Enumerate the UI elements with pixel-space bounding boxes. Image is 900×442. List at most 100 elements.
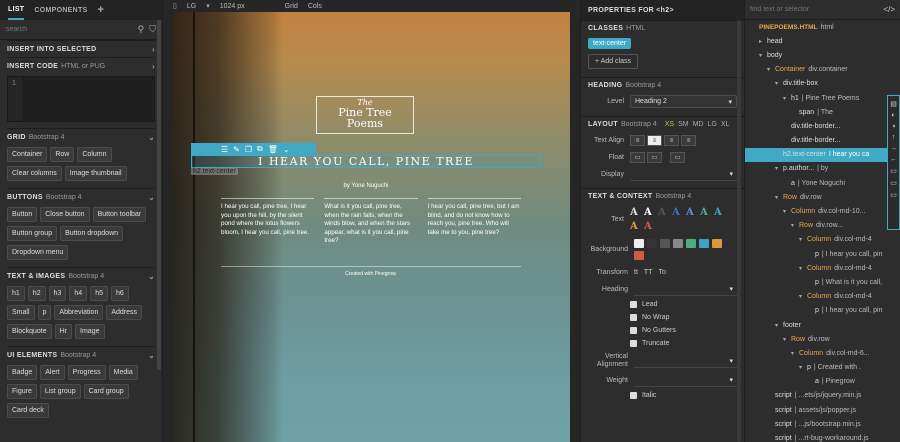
lock-icon[interactable]: ◑	[891, 123, 895, 130]
tree-row[interactable]: div.title-border...	[745, 119, 900, 133]
page-icon[interactable]: ▯	[173, 2, 177, 10]
heading-style-select[interactable]: ▾	[634, 283, 737, 296]
checkbox[interactable]	[630, 340, 637, 347]
section-header[interactable]: BUTTONS Bootstrap 4 ⌄	[7, 188, 155, 205]
component-item[interactable]: p	[37, 305, 52, 320]
poem-column[interactable]: I hear you call, pine tree, but I am bli…	[427, 198, 521, 246]
component-item[interactable]: h1	[7, 286, 25, 301]
component-item[interactable]: Card deck	[7, 403, 49, 418]
move-up-icon[interactable]: ↑	[892, 134, 896, 141]
italic-checkbox[interactable]: Italic	[581, 389, 744, 402]
text-color-swatch[interactable]: A	[630, 207, 641, 218]
component-item[interactable]: h6	[110, 286, 129, 301]
component-item[interactable]: Button group	[7, 226, 58, 241]
tree-row[interactable]: div.title-border...	[745, 134, 900, 148]
heading-header[interactable]: HEADING Bootstrap 4	[581, 77, 744, 93]
display-select[interactable]: ▾	[630, 168, 737, 181]
component-item[interactable]: Image	[75, 324, 105, 339]
component-item[interactable]: Address	[106, 305, 143, 320]
weight-select[interactable]: ▾	[634, 374, 737, 387]
settings-icon[interactable]: ☰	[221, 145, 228, 154]
background-color-swatch[interactable]	[699, 238, 709, 248]
align-right-icon[interactable]: ≡	[664, 135, 679, 146]
left-scrollbar[interactable]	[157, 20, 161, 370]
transform-lowercase[interactable]: tt	[634, 269, 638, 276]
checkbox[interactable]	[630, 301, 637, 308]
page-preview[interactable]: The Pine Tree Poems I HEAR YOU CALL, PIN…	[173, 12, 570, 442]
checkbox[interactable]	[630, 392, 637, 399]
chevron-down-icon[interactable]: ▾	[206, 2, 210, 10]
chevron-down-icon[interactable]: ⌄	[283, 145, 290, 154]
chevron-down-icon[interactable]: ▾	[775, 80, 783, 87]
chevron-down-icon[interactable]: ▾	[759, 52, 767, 59]
cols-toggle[interactable]: Cols	[308, 3, 322, 10]
nogutters-checkbox[interactable]: No Gutters	[581, 324, 744, 337]
search-input[interactable]	[6, 26, 133, 33]
filter-icon[interactable]: ⛉	[149, 24, 156, 35]
checkbox[interactable]	[630, 314, 637, 321]
align-justify-icon[interactable]: ≡	[681, 135, 696, 146]
component-item[interactable]: Hr	[54, 324, 73, 339]
component-item[interactable]: Abbreviation	[54, 305, 104, 320]
poem-author[interactable]: by Yone Noguchi	[191, 183, 541, 189]
tree-row[interactable]: ▾ p | Created with .	[745, 361, 900, 375]
unwrap-icon[interactable]: ▭	[890, 179, 897, 187]
tree-row[interactable]: ▾ Column div.col-md-10...	[745, 204, 900, 218]
hide-icon[interactable]: ◐	[891, 112, 895, 119]
section-header[interactable]: TEXT & IMAGES Bootstrap 4 ⌄	[7, 267, 155, 284]
text-color-swatch[interactable]: A	[672, 207, 683, 218]
title-box[interactable]: The Pine Tree Poems	[316, 96, 414, 134]
chevron-right-icon[interactable]: ▸	[759, 38, 767, 45]
breakpoint-sm[interactable]: SM	[678, 121, 689, 128]
copy-icon[interactable]: ▭	[890, 191, 897, 199]
chevron-down-icon[interactable]: ▾	[783, 95, 791, 102]
edit-icon[interactable]: ✎	[233, 145, 240, 154]
chevron-down-icon[interactable]: ▾	[783, 336, 791, 343]
delete-icon[interactable]: ▤	[890, 100, 897, 108]
component-item[interactable]: Card group	[83, 384, 129, 399]
text-color-swatch[interactable]: A	[630, 221, 641, 232]
tree-row[interactable]: script | assets/js/popper.js	[745, 403, 900, 417]
duplicate-icon[interactable]: ❐	[245, 145, 252, 154]
component-item[interactable]: Button dropdown	[60, 226, 124, 241]
layout-header[interactable]: LAYOUT Bootstrap 4 XS SM MD LG XL	[581, 116, 744, 132]
tree-row[interactable]: ▾ footer	[745, 318, 900, 332]
add-class-button[interactable]: + Add class	[588, 54, 638, 69]
vertical-alignment-select[interactable]: ▾	[634, 355, 737, 368]
component-item[interactable]: Button	[7, 207, 38, 222]
properties-scrollbar[interactable]	[737, 20, 741, 442]
align-left-icon[interactable]: ≡	[630, 135, 645, 146]
poem-column[interactable]: What is it you call, pine tree, when the…	[324, 198, 418, 246]
chevron-down-icon[interactable]: ▾	[783, 208, 791, 215]
chevron-down-icon[interactable]: ▾	[799, 293, 807, 300]
poem-heading[interactable]: I HEAR YOU CALL, PINE TREE	[191, 155, 541, 168]
tree-row[interactable]: ▾ Column div.col-md-6...	[745, 346, 900, 360]
tree-row[interactable]: ▾ Row div.row	[745, 190, 900, 204]
tab-components[interactable]: COMPONENTS	[34, 2, 87, 19]
background-color-swatch[interactable]	[712, 238, 722, 248]
tree-row[interactable]: ▾ Column div.col-md-4	[745, 290, 900, 304]
tree-row[interactable]: ▾ Row div.row...	[745, 219, 900, 233]
background-color-swatch[interactable]	[634, 238, 644, 248]
poem-column[interactable]: I hear you call, pine tree, I hear you u…	[221, 198, 315, 246]
move-out-icon[interactable]: ←	[890, 156, 897, 163]
tree-row[interactable]: PINEPOEMS.HTML html	[745, 20, 900, 34]
tree-row[interactable]: ▸ head	[745, 34, 900, 48]
tree-row[interactable]: ▾ h1 | Pine Tree Poems	[745, 91, 900, 105]
section-header[interactable]: GRID Bootstrap 4 ⌄	[7, 128, 155, 145]
float-left-icon[interactable]: ▭	[630, 152, 645, 163]
chevron-down-icon[interactable]: ▾	[799, 265, 807, 272]
component-item[interactable]: Blockquote	[7, 324, 52, 339]
tree-row[interactable]: ▾ Row div.row	[745, 332, 900, 346]
component-item[interactable]: Dropdown menu	[7, 245, 69, 260]
search-icon[interactable]: ⚲	[138, 24, 145, 35]
tree-row[interactable]: ▾ body	[745, 48, 900, 62]
breakpoint-lg[interactable]: LG	[707, 121, 716, 128]
component-item[interactable]: Row	[50, 147, 75, 162]
chevron-down-icon[interactable]: ▾	[775, 194, 783, 201]
component-item[interactable]: List group	[39, 384, 81, 399]
background-color-swatch[interactable]	[660, 238, 670, 248]
background-color-swatch[interactable]	[647, 238, 657, 248]
level-select[interactable]: Heading 2 ▾	[630, 95, 737, 108]
component-item[interactable]: Progress	[67, 365, 106, 380]
